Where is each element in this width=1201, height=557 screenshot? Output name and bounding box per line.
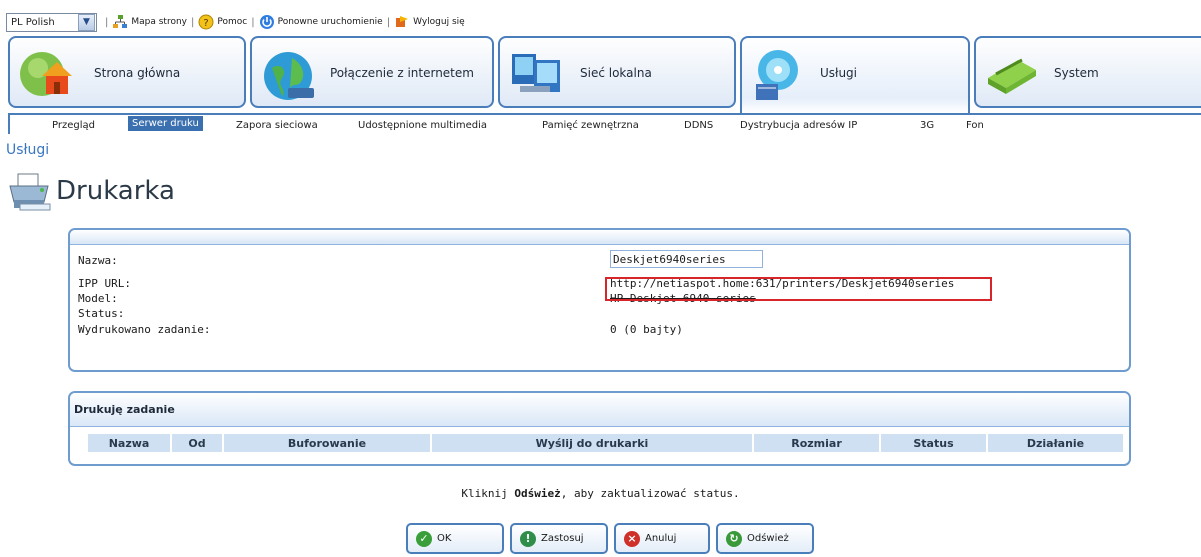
svg-text:?: ? <box>204 18 209 29</box>
tab-system[interactable]: System <box>974 36 1201 108</box>
column-from: Od <box>172 434 224 452</box>
column-send-to-printer: Wyślij do drukarki <box>432 434 754 452</box>
house-icon <box>20 52 72 96</box>
restart-link-label: Ponowne uruchomienie <box>277 17 383 27</box>
ipp-url-label: IPP URL: <box>78 277 131 290</box>
printer-name-input[interactable] <box>610 250 763 268</box>
cancel-button-label: Anuluj <box>645 533 677 544</box>
printer-info-panel: Nazwa: IPP URL: http://netiaspot.home:63… <box>68 228 1131 372</box>
refresh-button[interactable]: ↻ Odśwież <box>716 523 814 554</box>
refresh-button-label: Odśwież <box>747 533 789 544</box>
help-link-label: Pomoc <box>217 17 248 27</box>
tab-internet-connection-label: Połączenie z internetem <box>330 66 474 80</box>
printer-icon <box>9 173 51 211</box>
tab-services-label: Usługi <box>820 66 858 80</box>
cancel-x-icon: × <box>624 530 640 547</box>
subtab-print-server[interactable]: Serwer druku <box>128 116 203 131</box>
column-size: Rozmiar <box>754 434 881 452</box>
apply-button-label: Zastosuj <box>541 533 584 544</box>
tab-home[interactable]: Strona główna <box>8 36 246 108</box>
column-status: Status <box>881 434 988 452</box>
subtab-overview[interactable]: Przegląd <box>52 120 95 131</box>
services-disc-icon <box>756 50 798 100</box>
separator: | <box>105 16 109 28</box>
logout-link-label: Wyloguj się <box>413 17 465 27</box>
restart-link[interactable]: Ponowne uruchomienie <box>259 14 383 30</box>
subtab-external-storage[interactable]: Pamięć zewnętrzna <box>542 120 639 131</box>
subtab-3g[interactable]: 3G <box>920 120 934 131</box>
tab-home-label: Strona główna <box>94 66 181 80</box>
printed-jobs-value: 0 (0 bajty) <box>610 323 683 336</box>
globe-icon <box>264 52 314 100</box>
subtab-ip-distribution[interactable]: Dystrybucja adresów IP <box>740 120 857 131</box>
tab-system-label: System <box>1054 66 1099 80</box>
sitemap-link[interactable]: Mapa strony <box>112 14 187 30</box>
tab-services[interactable]: Usługi <box>740 36 970 113</box>
apply-button[interactable]: ! Zastosuj <box>510 523 608 554</box>
print-jobs-title: Drukuję zadanie <box>74 403 175 416</box>
column-name: Nazwa <box>88 434 172 452</box>
column-spooling: Buforowanie <box>224 434 432 452</box>
router-icon <box>988 58 1036 94</box>
network-computers-icon <box>512 54 560 92</box>
logout-icon <box>396 16 409 27</box>
chevron-down-icon[interactable]: ▼ <box>78 13 95 31</box>
restart-icon <box>259 15 274 29</box>
logout-link[interactable]: Wyloguj się <box>394 14 465 30</box>
checkmark-icon: ✓ <box>416 530 432 547</box>
main-navigation: Strona główna Połączenie z internetem Si… <box>8 36 1201 113</box>
apply-icon: ! <box>520 530 536 547</box>
help-link[interactable]: ? Pomoc <box>198 14 247 30</box>
hint-bold: Odśwież <box>514 487 561 500</box>
hint-prefix: Kliknij <box>461 487 515 500</box>
separator: | <box>191 16 195 28</box>
print-jobs-header: Drukuję zadanie <box>70 393 1129 427</box>
tab-local-network-label: Sieć lokalna <box>580 66 652 80</box>
top-utility-bar: PL Polish ▼ | Mapa strony | ? Pomoc | Po… <box>6 11 465 33</box>
hint-suffix: , aby zaktualizować status. <box>560 487 740 500</box>
refresh-hint: Kliknij Odśwież, aby zaktualizować statu… <box>0 487 1201 500</box>
separator: | <box>386 16 391 28</box>
sitemap-link-label: Mapa strony <box>131 17 188 27</box>
printed-jobs-label: Wydrukowano zadanie: <box>78 323 211 336</box>
breadcrumb[interactable]: Usługi <box>6 142 49 158</box>
help-icon: ? <box>198 14 214 30</box>
subtab-firewall[interactable]: Zapora sieciowa <box>236 120 318 131</box>
page-title: Drukarka <box>56 176 175 206</box>
status-label: Status: <box>78 307 125 320</box>
model-label: Model: <box>78 292 118 305</box>
language-select[interactable]: PL Polish ▼ <box>6 12 97 32</box>
column-action: Działanie <box>988 434 1123 452</box>
sub-navigation: Przegląd Serwer druku Zapora sieciowa Ud… <box>8 113 1201 134</box>
cancel-button[interactable]: × Anuluj <box>614 523 710 554</box>
refresh-icon: ↻ <box>726 530 742 547</box>
print-jobs-panel: Drukuję zadanie Nazwa Od Buforowanie Wyś… <box>68 391 1131 466</box>
print-jobs-columns: Nazwa Od Buforowanie Wyślij do drukarki … <box>88 434 1123 452</box>
red-highlight-annotation <box>605 277 992 301</box>
tab-local-network[interactable]: Sieć lokalna <box>498 36 736 108</box>
sitemap-icon <box>113 15 128 28</box>
action-buttons: ✓ OK ! Zastosuj × Anuluj ↻ Odśwież <box>406 523 814 554</box>
separator: | <box>251 16 255 28</box>
ok-button[interactable]: ✓ OK <box>406 523 504 554</box>
language-select-value: PL Polish <box>11 16 55 28</box>
subtab-fon[interactable]: Fon <box>966 120 984 131</box>
subtab-ddns[interactable]: DDNS <box>684 120 713 131</box>
tab-internet-connection[interactable]: Połączenie z internetem <box>250 36 494 108</box>
subtab-shared-media[interactable]: Udostępnione multimedia <box>358 120 487 131</box>
ok-button-label: OK <box>437 533 452 544</box>
panel-header <box>70 230 1129 245</box>
name-label: Nazwa: <box>78 254 118 267</box>
